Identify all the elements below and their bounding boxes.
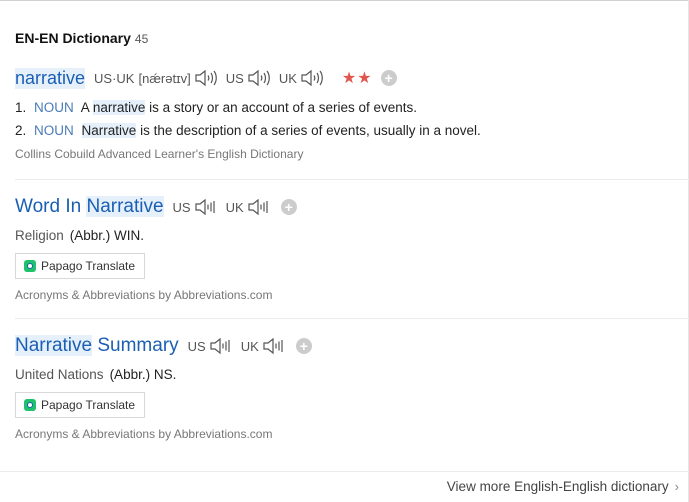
speaker-icon[interactable] [194,69,218,87]
def-text: is the description of a series of events… [140,123,481,138]
result-count: 45 [134,32,149,46]
entry-header: narrative US·UK [nǽrətɪv] US UK ★★ + [15,66,689,90]
star-rating: ★★ [341,70,373,87]
def-number: 2. [15,123,27,138]
entry-word-in-narrative: Word In Narrative US UK + Religion (Abbr.… [15,195,689,302]
papago-wrapper: Papago Translate [15,253,689,279]
category: Religion [15,228,64,243]
us-speaker-icon[interactable] [247,69,271,87]
papago-translate-button[interactable]: Papago Translate [15,253,146,279]
entry-narrative-summary: Narrative Summary US UK + United Nations… [15,334,689,441]
part-of-speech: NOUN [34,123,74,138]
pron-label: US·UK [94,70,135,86]
add-to-wordbook-button[interactable]: + [295,338,312,354]
papago-wrapper: Papago Translate [15,392,689,418]
uk-label: UK [240,338,259,354]
headword-link[interactable]: Narrative Summary [15,335,179,357]
source-link[interactable]: Collins Cobuild Advanced Learner's Engli… [15,147,689,161]
view-more-link[interactable]: View more English-English dictionary › [447,479,679,494]
view-more-label: View more English-English dictionary [446,479,669,494]
section-title: EN-EN Dictionary 45 [15,30,148,46]
top-border [0,0,689,1]
headword-post: Summary [97,335,179,356]
headword-link[interactable]: Word In Narrative [15,196,164,218]
us-label: US [172,199,191,215]
us-label: US [225,70,244,86]
category: United Nations [15,367,104,382]
us-label: US [187,338,206,354]
chevron-right-icon: › [674,479,679,494]
add-to-wordbook-button[interactable]: + [380,70,397,86]
definition-row: 1. NOUN A narrative is a story or an acc… [15,96,689,119]
abbr-row: United Nations (Abbr.) NS. [15,363,689,386]
headword-link[interactable]: narrative [15,67,86,89]
entry-header: Narrative Summary US UK + [15,334,689,358]
papago-icon [24,260,36,272]
us-speaker-icon[interactable] [209,337,233,355]
papago-translate-button[interactable]: Papago Translate [15,392,146,418]
headword-pre: Word In [15,196,82,217]
pronunciation: [nǽrətɪv] [138,70,191,86]
def-pre: A [80,100,90,115]
headword-highlight: Narrative [15,335,93,356]
footer-divider [0,471,689,472]
headword-highlight: Narrative [86,196,164,217]
section-title-text: EN-EN Dictionary [15,30,131,46]
entry-header: Word In Narrative US UK + [15,195,689,219]
abbreviation: (Abbr.) WIN. [69,228,145,243]
def-highlight: Narrative [81,123,137,138]
abbr-row: Religion (Abbr.) WIN. [15,224,689,247]
def-number: 1. [15,100,27,115]
us-speaker-icon[interactable] [194,198,218,216]
entry-narrative: narrative US·UK [nǽrətɪv] US UK ★★ + 1. … [15,66,689,161]
uk-label: UK [225,199,244,215]
divider [15,318,689,319]
part-of-speech: NOUN [34,100,74,115]
papago-label: Papago Translate [41,398,136,412]
source-link[interactable]: Acronyms & Abbreviations by Abbreviation… [15,427,689,441]
uk-speaker-icon[interactable] [300,69,324,87]
divider [15,179,689,180]
papago-icon [24,399,36,411]
uk-speaker-icon[interactable] [262,337,286,355]
abbreviation: (Abbr.) NS. [109,367,177,382]
uk-speaker-icon[interactable] [247,198,271,216]
source-link[interactable]: Acronyms & Abbreviations by Abbreviation… [15,288,689,302]
papago-label: Papago Translate [41,259,136,273]
definition-row: 2. NOUN Narrative is the description of … [15,119,689,142]
def-highlight: narrative [92,100,146,115]
def-text: is a story or an account of a series of … [149,100,418,115]
add-to-wordbook-button[interactable]: + [280,199,297,215]
uk-label: UK [278,70,297,86]
